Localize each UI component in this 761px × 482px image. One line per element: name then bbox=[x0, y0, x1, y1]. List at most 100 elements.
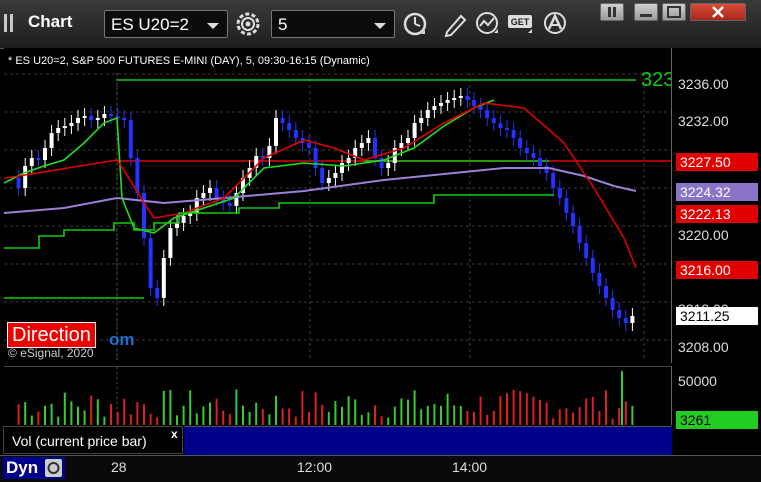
candle-body bbox=[366, 138, 371, 143]
maximize-button[interactable] bbox=[662, 3, 686, 21]
interval-dropdown[interactable]: 5 bbox=[271, 10, 395, 38]
volume-bar bbox=[77, 406, 79, 425]
volume-bar bbox=[393, 406, 396, 425]
candle-body bbox=[155, 288, 160, 298]
volume-bar bbox=[605, 390, 607, 425]
study-icon bbox=[476, 12, 498, 34]
candle-body bbox=[359, 143, 364, 148]
volume-bar bbox=[341, 406, 343, 425]
close-icon[interactable]: x bbox=[171, 427, 178, 441]
price-plot[interactable] bbox=[3, 48, 672, 363]
candle-body bbox=[617, 310, 622, 318]
price-chart-svg bbox=[3, 73, 671, 360]
volume-pane[interactable] bbox=[4, 366, 672, 425]
volume-bar bbox=[433, 404, 436, 425]
candle-body bbox=[445, 100, 450, 103]
volume-bar bbox=[585, 398, 588, 425]
cursor-icon bbox=[544, 12, 566, 34]
close-button[interactable] bbox=[690, 3, 746, 21]
close-icon bbox=[712, 6, 724, 18]
volume-bar bbox=[294, 416, 297, 425]
get-label: GET bbox=[511, 17, 530, 27]
pencil-icon bbox=[444, 14, 467, 38]
price-label: 3236.00 bbox=[678, 76, 729, 92]
candle-body bbox=[293, 130, 298, 138]
moving-average-purple bbox=[3, 167, 637, 214]
drag-grip-icon[interactable] bbox=[4, 14, 16, 32]
volume-bar bbox=[466, 411, 469, 425]
candle-body bbox=[109, 114, 113, 116]
candle-body bbox=[274, 118, 278, 146]
volume-bar bbox=[519, 391, 522, 425]
candle-body bbox=[406, 138, 410, 143]
symbol-description: * ES U20=2, S&P 500 FUTURES E-MINI (DAY)… bbox=[8, 55, 370, 67]
candle-body bbox=[412, 123, 417, 138]
volume-bar bbox=[459, 405, 462, 425]
volume-bar bbox=[321, 404, 324, 425]
candle-body bbox=[102, 114, 107, 118]
price-label: 3232.00 bbox=[678, 113, 729, 129]
app-title: Chart bbox=[28, 12, 73, 31]
volume-bar bbox=[545, 402, 548, 425]
symbol-dropdown[interactable]: ES U20=2 bbox=[104, 10, 228, 38]
watermark-text: om bbox=[109, 330, 135, 349]
volume-bar bbox=[624, 401, 627, 425]
volume-bar bbox=[288, 408, 291, 425]
candle-body bbox=[425, 110, 430, 118]
volume-bar bbox=[327, 411, 330, 425]
volume-bar bbox=[281, 408, 284, 425]
cursor-button[interactable] bbox=[541, 10, 569, 38]
volume-bar bbox=[235, 389, 238, 425]
price-tag-red: 3227.50 bbox=[676, 153, 758, 171]
price-tag-current: 3211.25 bbox=[676, 307, 758, 325]
price-tag-red: 3222.13 bbox=[676, 205, 758, 223]
volume-bar bbox=[90, 395, 93, 425]
candle-body bbox=[531, 153, 536, 158]
candle-body bbox=[491, 118, 496, 123]
link-icon[interactable] bbox=[45, 459, 62, 477]
volume-bar bbox=[426, 405, 429, 425]
volume-bar bbox=[268, 414, 271, 425]
volume-bar bbox=[57, 416, 60, 425]
settings-button[interactable] bbox=[234, 10, 262, 38]
volume-bar bbox=[50, 403, 53, 425]
clock-icon bbox=[403, 12, 427, 36]
grip-icon bbox=[608, 7, 616, 17]
candle-body bbox=[399, 143, 404, 148]
volume-bar bbox=[149, 413, 152, 425]
candle-body bbox=[610, 298, 615, 310]
volume-bar bbox=[308, 411, 310, 425]
volume-bar bbox=[621, 371, 623, 425]
grip-button[interactable] bbox=[600, 3, 624, 21]
candle-body bbox=[590, 258, 595, 273]
chevron-down-icon bbox=[374, 23, 386, 29]
volume-bar bbox=[506, 393, 508, 425]
volume-bar bbox=[248, 412, 251, 425]
time-button[interactable] bbox=[401, 10, 429, 38]
volume-bar bbox=[413, 390, 416, 425]
price-tag-red: 3216.00 bbox=[676, 261, 758, 279]
get-button[interactable]: GET bbox=[507, 10, 537, 38]
minimize-icon bbox=[640, 14, 652, 17]
studies-button[interactable] bbox=[473, 10, 501, 38]
volume-bar bbox=[578, 407, 581, 425]
candle-body bbox=[82, 116, 87, 118]
volume-bar bbox=[182, 405, 185, 425]
candle-body bbox=[472, 100, 476, 106]
volume-legend[interactable]: Vol (current price bar) bbox=[3, 426, 183, 454]
candle-body bbox=[432, 106, 437, 110]
candle-body bbox=[208, 188, 212, 193]
candle-body bbox=[62, 126, 67, 128]
draw-button[interactable] bbox=[441, 10, 469, 38]
volume-bar bbox=[83, 410, 86, 425]
candle-body bbox=[23, 166, 28, 188]
volume-bar bbox=[222, 410, 225, 425]
volume-bar bbox=[486, 415, 489, 425]
minimize-button[interactable] bbox=[634, 3, 658, 21]
volume-bar bbox=[261, 409, 264, 425]
volume-bar bbox=[440, 405, 442, 425]
candle-body bbox=[95, 118, 100, 120]
volume-bar bbox=[30, 415, 33, 425]
candle-body bbox=[518, 138, 523, 148]
candle-body bbox=[340, 163, 344, 173]
